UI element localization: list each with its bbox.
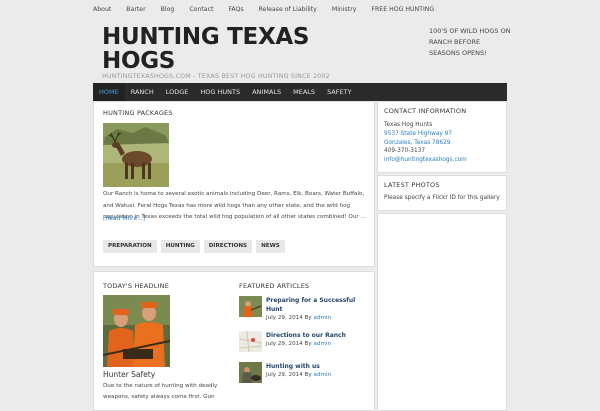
flickr-message: Please specify a Flickr ID for this gall… xyxy=(384,195,500,201)
article-meta: July 29, 2014 By admin xyxy=(266,315,331,321)
main-nav-home[interactable]: HOME xyxy=(93,83,125,101)
contact-name: Texas Hog Hunts xyxy=(384,122,433,128)
article-date: July 29, 2014 By xyxy=(266,372,312,378)
article-meta: July 29, 2014 By admin xyxy=(266,341,331,347)
author-link[interactable]: admin xyxy=(313,372,331,378)
tag-directions[interactable]: DIRECTIONS xyxy=(203,240,253,253)
tag-preparation[interactable]: PREPARATION xyxy=(103,240,157,253)
contact-address-line2[interactable]: Gonzales, Texas 78629 xyxy=(384,139,504,148)
top-nav-barter[interactable]: Barter xyxy=(126,6,145,13)
latest-photos-title: LATEST PHOTOS xyxy=(384,181,440,189)
top-nav-ministry[interactable]: Ministry xyxy=(332,6,357,13)
article-thumbnail[interactable] xyxy=(239,296,262,317)
main-nav-safety[interactable]: SAFETY xyxy=(321,83,357,101)
article-thumbnail-map[interactable] xyxy=(239,331,262,352)
top-nav-faqs[interactable]: FAQs xyxy=(228,6,243,13)
main-navigation: HOME RANCH LODGE HOG HUNTS ANIMALS MEALS… xyxy=(93,83,507,101)
contact-widget-title: CONTACT INFORMATION xyxy=(384,107,467,115)
read-more-link[interactable]: [Read More...] xyxy=(103,215,145,222)
tag-hunting[interactable]: HUNTING xyxy=(160,240,200,253)
headline-post-title[interactable]: Hunter Safety xyxy=(103,370,155,379)
hunting-packages-title: HUNTING PACKAGES xyxy=(103,109,173,117)
todays-headline-title: TODAY'S HEADLINE xyxy=(103,282,170,290)
contact-address-line1[interactable]: 9537 State Highway 97 xyxy=(384,130,504,139)
main-nav-meals[interactable]: MEALS xyxy=(287,83,321,101)
headline-excerpt: Due to the nature of hunting with deadly… xyxy=(103,383,218,400)
site-tagline: HUNTINGTEXASHOGS.COM - TEXAS BEST HOG HU… xyxy=(102,73,330,80)
featured-article: Directions to our Ranch July 29, 2014 By… xyxy=(239,331,369,357)
main-nav-ranch[interactable]: RANCH xyxy=(125,83,160,101)
top-nav-free-hog-hunting[interactable]: FREE HOG HUNTING xyxy=(371,6,434,13)
article-meta: July 29, 2014 By admin xyxy=(266,372,331,378)
main-nav-animals[interactable]: ANIMALS xyxy=(246,83,287,101)
featured-articles-title: FEATURED ARTICLES xyxy=(239,282,310,290)
author-link[interactable]: admin xyxy=(313,341,331,347)
main-nav-hog-hunts[interactable]: HOG HUNTS xyxy=(194,83,246,101)
tag-news[interactable]: NEWS xyxy=(256,240,285,253)
main-nav-lodge[interactable]: LODGE xyxy=(160,83,195,101)
elk-photo[interactable] xyxy=(103,123,169,187)
contact-details: Texas Hog Hunts 9537 State Highway 97 Go… xyxy=(384,121,504,165)
top-nav-contact[interactable]: Contact xyxy=(189,6,213,13)
top-nav-about[interactable]: About xyxy=(93,6,111,13)
featured-article-title[interactable]: Preparing for a Successful Hunt xyxy=(266,296,372,314)
featured-article: Preparing for a Successful Hunt July 29,… xyxy=(239,296,369,322)
site-title[interactable]: HUNTING TEXAS HOGS xyxy=(102,25,342,73)
featured-article: Hunting with us July 29, 2014 By admin xyxy=(239,362,369,388)
featured-article-title[interactable]: Hunting with us xyxy=(266,362,372,371)
contact-phone: 409-370-3137 xyxy=(384,148,426,155)
contact-email-link[interactable]: info@huntingtexashogs.com xyxy=(384,156,504,165)
hunters-photo[interactable] xyxy=(103,295,170,367)
featured-article-title[interactable]: Directions to our Ranch xyxy=(266,331,372,340)
sidebar-panel xyxy=(377,213,507,411)
article-date: July 29, 2014 By xyxy=(266,315,312,321)
top-navigation: About Barter Blog Contact FAQs Release o… xyxy=(93,0,507,18)
header-promo-text: 100'S OF WILD HOGS ON RANCH BEFORE SEASO… xyxy=(429,27,511,57)
top-nav-release-of-liability[interactable]: Release of Liability xyxy=(259,6,317,13)
article-thumbnail[interactable] xyxy=(239,362,262,383)
category-tags: PREPARATION HUNTING DIRECTIONS NEWS xyxy=(103,240,289,253)
article-date: July 29, 2014 By xyxy=(266,341,312,347)
top-nav-blog[interactable]: Blog xyxy=(161,6,175,13)
author-link[interactable]: admin xyxy=(313,315,331,321)
